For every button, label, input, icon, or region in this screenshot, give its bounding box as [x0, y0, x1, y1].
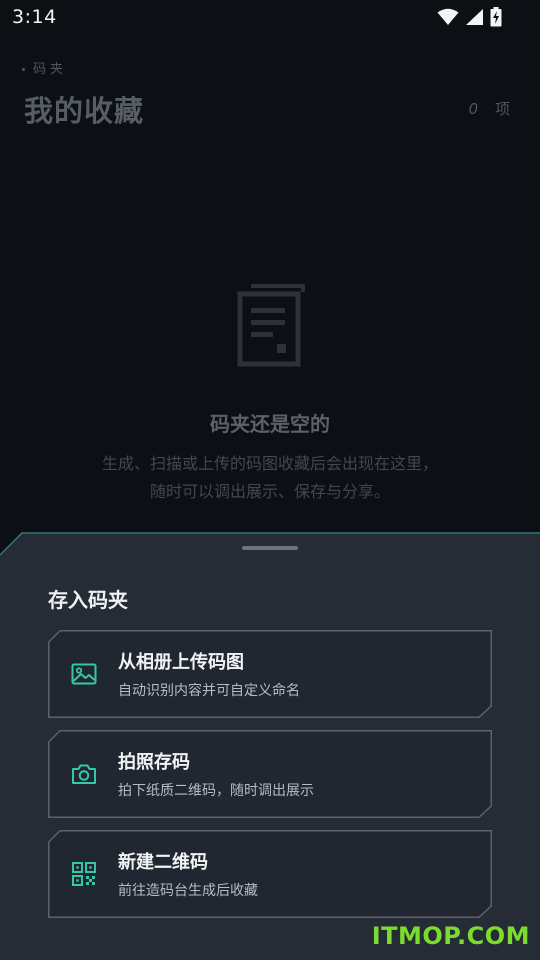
take-photo-option[interactable]: 拍照存码 拍下纸质二维码，随时调出展示 — [48, 730, 492, 818]
empty-state-title: 码夹还是空的 — [210, 412, 330, 436]
item-count-value: 0 — [468, 100, 485, 118]
bottom-sheet: 存入码夹 从相册上传码图 自动识别内容并可自定义命名 拍照存码 拍下纸质二维码，… — [0, 532, 540, 960]
empty-state-line-1: 生成、扫描或上传的码图收藏后会出现在这里， — [101, 454, 438, 473]
option-subtitle: 拍下纸质二维码，随时调出展示 — [118, 783, 314, 799]
create-qr-code-option[interactable]: 新建二维码 前往造码台生成后收藏 — [48, 830, 492, 918]
battery-charging-icon — [490, 7, 502, 27]
sheet-drag-handle[interactable] — [242, 546, 298, 550]
option-title: 从相册上传码图 — [118, 652, 244, 673]
breadcrumb-label: 码夹 — [33, 62, 68, 77]
upload-from-album-option[interactable]: 从相册上传码图 自动识别内容并可自定义命名 — [48, 630, 492, 718]
status-bar: 3:14 — [0, 0, 540, 36]
option-subtitle: 前往造码台生成后收藏 — [118, 883, 258, 899]
option-title: 新建二维码 — [118, 852, 208, 873]
empty-state-description: 生成、扫描或上传的码图收藏后会出现在这里， 随时可以调出展示、保存与分享。 — [0, 450, 540, 506]
site-watermark: ITMOP.COM — [371, 922, 530, 950]
system-icons — [437, 7, 502, 27]
status-time: 3:14 — [12, 6, 57, 28]
qr-code-icon — [72, 862, 96, 886]
wifi-icon — [437, 8, 459, 25]
breadcrumb: 码夹 — [22, 58, 67, 77]
item-count: 0 项 — [469, 98, 516, 119]
option-subtitle: 自动识别内容并可自定义命名 — [118, 683, 300, 699]
option-frame — [48, 630, 492, 718]
cellular-signal-icon — [466, 9, 483, 25]
empty-state-line-2: 随时可以调出展示、保存与分享。 — [149, 482, 390, 501]
option-frame — [48, 730, 492, 818]
document-icon — [237, 284, 305, 367]
image-icon — [71, 663, 97, 685]
sheet-title: 存入码夹 — [48, 588, 128, 612]
page-title: 我的收藏 — [24, 94, 145, 128]
option-title: 拍照存码 — [118, 752, 190, 773]
item-count-unit: 项 — [494, 100, 516, 118]
camera-icon — [72, 764, 96, 784]
breadcrumb-dot — [22, 68, 25, 71]
option-frame — [48, 830, 492, 918]
